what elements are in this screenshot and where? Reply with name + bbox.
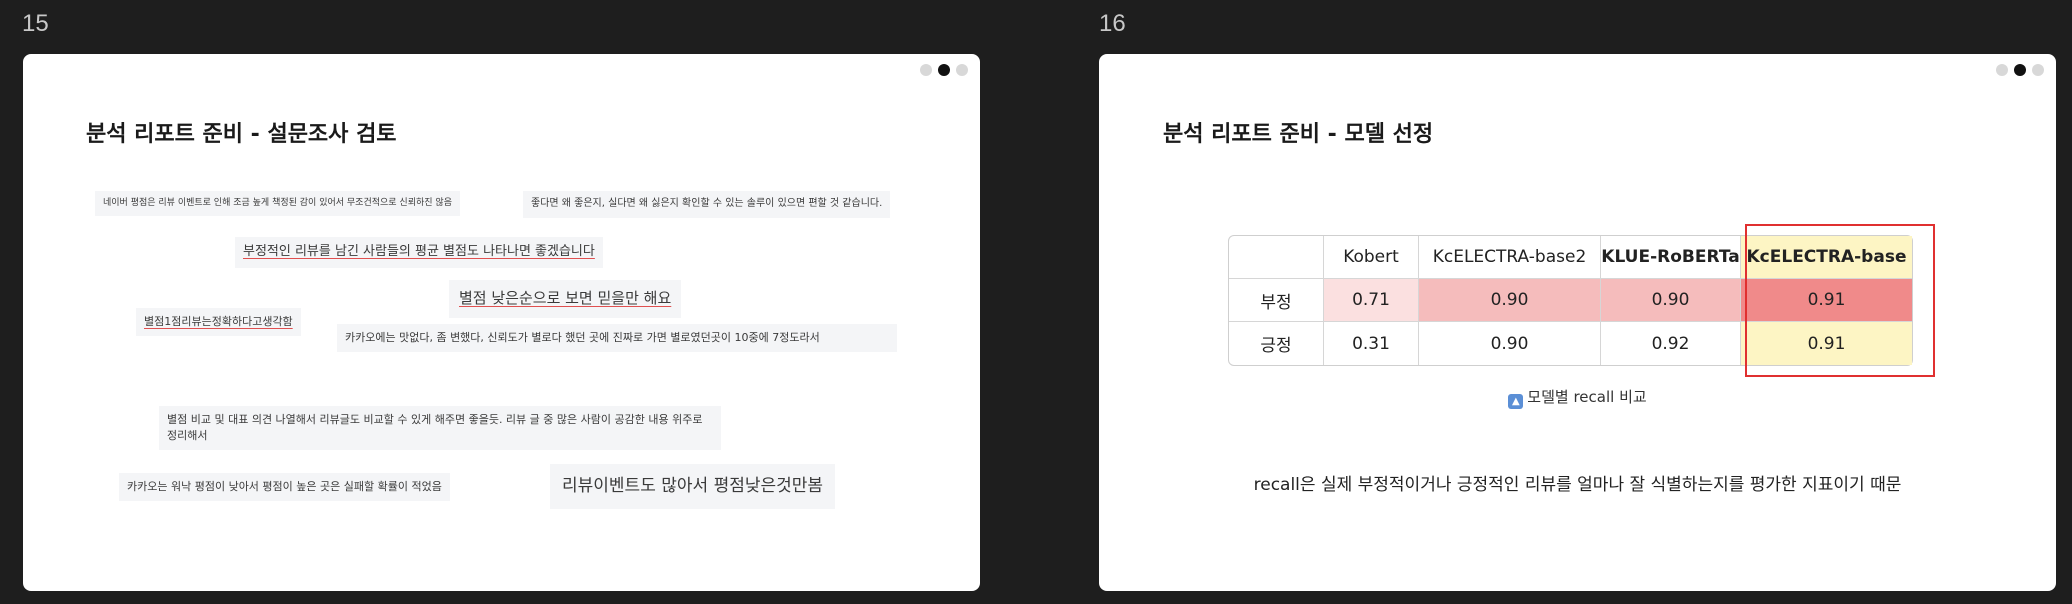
table-cell: 0.71 <box>1324 279 1419 322</box>
table-header <box>1229 236 1324 279</box>
slide-number: 16 <box>1099 10 1126 37</box>
survey-note-text: 부정적인 리뷰를 남긴 사람들의 평균 별점도 나타나면 좋겠습니다 <box>243 244 595 259</box>
survey-note: 카카오는 워낙 평점이 낮아서 평점이 높은 곳은 실패할 확률이 적었음 <box>119 473 450 501</box>
table-cell: 0.91 <box>1741 322 1912 365</box>
dot-icon <box>920 64 932 76</box>
table-cell: 0.92 <box>1601 322 1741 365</box>
slide-title: 분석 리포트 준비 - 설문조사 검토 <box>86 122 397 147</box>
slide-16[interactable]: 분석 리포트 준비 - 모델 선정 Kobert KcELECTRA-base2… <box>1099 54 2056 591</box>
table-header: Kobert <box>1324 236 1419 279</box>
row-label: 부정 <box>1229 279 1324 322</box>
table-cell: 0.90 <box>1419 322 1601 365</box>
survey-note: 부정적인 리뷰를 남긴 사람들의 평균 별점도 나타나면 좋겠습니다 <box>235 237 603 268</box>
survey-note: 별점 비교 및 대표 의견 나열해서 리뷰글도 비교할 수 있게 해주면 좋을듯… <box>159 406 721 450</box>
recall-table: Kobert KcELECTRA-base2 KLUE-RoBERTa KcEL… <box>1228 235 1913 366</box>
table-header: KLUE-RoBERTa <box>1601 236 1741 279</box>
summary-text: recall은 실제 부정적이거나 긍정적인 리뷰를 얼마나 잘 식별하는지를 … <box>1253 475 1902 495</box>
table-row: 부정 0.71 0.90 0.90 0.91 <box>1229 279 1912 322</box>
slide-menu[interactable] <box>920 64 968 76</box>
caption-text: 모델별 recall 비교 <box>1527 388 1647 406</box>
up-arrow-icon: ▲ <box>1508 394 1524 409</box>
dot-icon <box>956 64 968 76</box>
table-header-row: Kobert KcELECTRA-base2 KLUE-RoBERTa KcEL… <box>1229 236 1912 279</box>
table-row: 긍정 0.31 0.90 0.92 0.91 <box>1229 322 1912 365</box>
survey-note: 카카오에는 맛없다, 좀 변했다, 신뢰도가 별로다 했던 곳에 진짜로 가면 … <box>337 324 897 352</box>
table-header: KcELECTRA-base2 <box>1419 236 1601 279</box>
survey-note: 별점 낮은순으로 보면 믿을만 해요 <box>449 280 682 318</box>
dot-icon <box>2032 64 2044 76</box>
survey-note-text: 리뷰이벤트도 많아서 평점낮은것만봄 <box>562 476 824 496</box>
slide-title: 분석 리포트 준비 - 모델 선정 <box>1163 122 1434 147</box>
row-label: 긍정 <box>1229 322 1324 365</box>
table-cell: 0.90 <box>1419 279 1601 322</box>
table-header: KcELECTRA-base <box>1741 236 1912 279</box>
survey-note-text: 별점1점리뷰는정확하다고생각함 <box>144 315 293 328</box>
table-cell: 0.31 <box>1324 322 1419 365</box>
dot-icon <box>2014 64 2026 76</box>
survey-note: 리뷰이벤트도 많아서 평점낮은것만봄 <box>550 464 836 509</box>
table-cell: 0.91 <box>1741 279 1912 322</box>
survey-note: 좋다면 왜 좋은지, 실다면 왜 싫은지 확인할 수 있는 솔루이 있으면 편할… <box>523 191 891 218</box>
survey-note-text: 좋다면 왜 좋은지, 실다면 왜 싫은지 확인할 수 있는 솔루이 있으면 편할… <box>531 198 883 209</box>
survey-note-text: 별점 낮은순으로 보면 믿을만 해요 <box>459 289 672 307</box>
survey-note: 네이버 평점은 리뷰 이벤트로 인해 조금 높게 책정된 감이 있어서 무조건적… <box>95 191 460 217</box>
slide-menu[interactable] <box>1996 64 2044 76</box>
slide-number: 15 <box>22 10 49 37</box>
survey-note: 별점1점리뷰는정확하다고생각함 <box>136 308 301 336</box>
dot-icon <box>938 64 950 76</box>
slide-15[interactable]: 분석 리포트 준비 - 설문조사 검토 네이버 평점은 리뷰 이벤트로 인해 조… <box>23 54 980 591</box>
table-caption: ▲ 모델별 recall 비교 <box>1099 386 2056 409</box>
dot-icon <box>1996 64 2008 76</box>
table-cell: 0.90 <box>1601 279 1741 322</box>
